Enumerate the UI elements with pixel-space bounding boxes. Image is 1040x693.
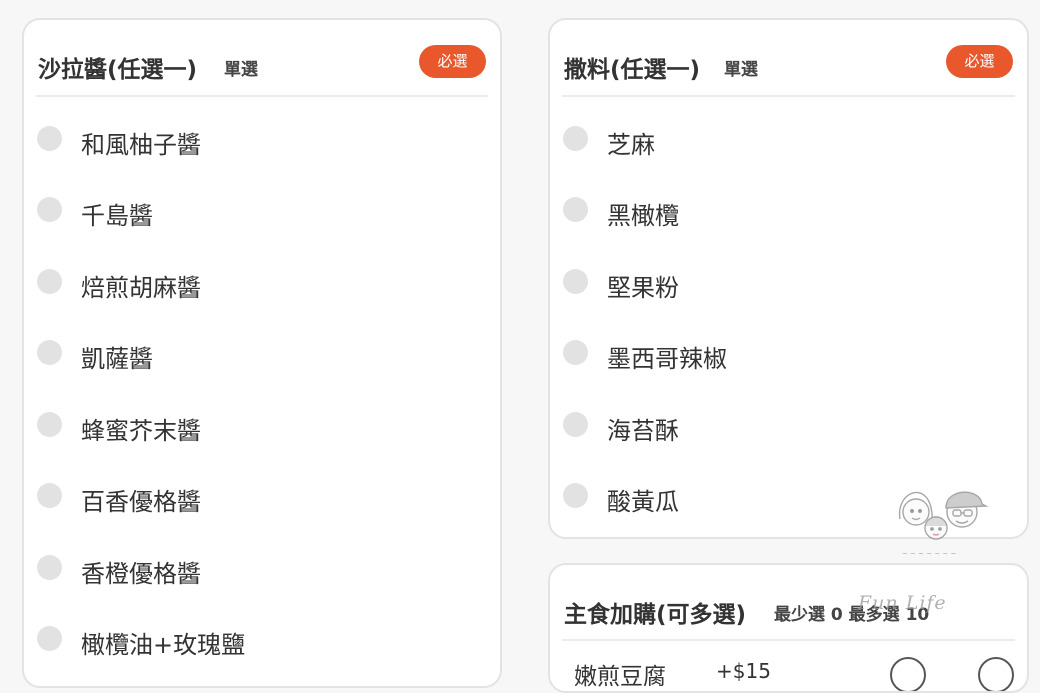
sauce-option[interactable]: 蜂蜜芥末醬: [36, 400, 488, 450]
topping-option[interactable]: 芝麻: [562, 114, 1015, 164]
decrement-button[interactable]: [890, 657, 926, 691]
addon-group-header: 主食加購(可多選) 最少選 0 最多選 10: [562, 565, 1015, 641]
radio-button[interactable]: [37, 483, 62, 508]
topping-option-label: 黑橄欖: [607, 202, 679, 230]
radio-button[interactable]: [563, 340, 588, 365]
radio-button[interactable]: [563, 483, 588, 508]
required-badge: 必選: [419, 45, 486, 78]
topping-option-label: 墨西哥辣椒: [607, 345, 727, 373]
sauce-option-group: 沙拉醬(任選一) 單選 必選 和風柚子醬 千島醬 焙煎胡麻醬 凱薩醬 蜂蜜芥末醬…: [22, 18, 502, 688]
sauce-option[interactable]: 和風柚子醬: [36, 114, 488, 164]
radio-button[interactable]: [37, 626, 62, 651]
topping-option-label: 酸黃瓜: [607, 488, 679, 516]
sauce-option-label: 橄欖油+玫瑰鹽: [81, 631, 246, 659]
increment-button[interactable]: [978, 657, 1014, 691]
topping-option-group: 撒料(任選一) 單選 必選 芝麻 黑橄欖 堅果粉 墨西哥辣椒 海苔酥 酸黃瓜: [548, 18, 1029, 539]
radio-button[interactable]: [563, 197, 588, 222]
topping-option[interactable]: 酸黃瓜: [562, 471, 1015, 521]
topping-option-label: 芝麻: [607, 131, 655, 159]
sauce-option-label: 香橙優格醬: [81, 560, 201, 588]
radio-button[interactable]: [563, 412, 588, 437]
radio-button[interactable]: [37, 269, 62, 294]
sauce-option[interactable]: 焙煎胡麻醬: [36, 257, 488, 307]
sauce-group-header: 沙拉醬(任選一) 單選 必選: [36, 20, 488, 97]
addon-group-title: 主食加購(可多選): [564, 602, 747, 628]
sauce-option-label: 凱薩醬: [81, 345, 153, 373]
addon-item-name: 嫩煎豆腐: [574, 664, 666, 690]
sauce-option-label: 百香優格醬: [81, 488, 201, 516]
sauce-option-label: 和風柚子醬: [81, 131, 201, 159]
topping-group-header: 撒料(任選一) 單選 必選: [562, 20, 1015, 97]
sauce-option-label: 焙煎胡麻醬: [81, 274, 201, 302]
topping-option-label: 堅果粉: [607, 274, 679, 302]
sauce-group-selection-type: 單選: [224, 60, 258, 80]
addon-item-row: 嫩煎豆腐 +$15: [562, 645, 1015, 691]
addon-option-group: 主食加購(可多選) 最少選 0 最多選 10 嫩煎豆腐 +$15: [548, 563, 1029, 693]
sauce-option[interactable]: 百香優格醬: [36, 471, 488, 521]
sauce-option-label: 蜂蜜芥末醬: [81, 417, 201, 445]
sauce-option[interactable]: 千島醬: [36, 185, 488, 235]
topping-group-selection-type: 單選: [724, 60, 758, 80]
topping-option[interactable]: 黑橄欖: [562, 185, 1015, 235]
radio-button[interactable]: [37, 340, 62, 365]
topping-option-label: 海苔酥: [607, 417, 679, 445]
sauce-option-label: 千島醬: [81, 202, 153, 230]
radio-button[interactable]: [563, 126, 588, 151]
topping-option[interactable]: 堅果粉: [562, 257, 1015, 307]
svg-text:~ ~ ~ ~ ~ ~ ~: ~ ~ ~ ~ ~ ~ ~: [902, 550, 957, 558]
addon-group-selection-limit: 最少選 0 最多選 10: [774, 605, 930, 625]
topping-group-title: 撒料(任選一): [564, 57, 701, 83]
topping-option[interactable]: 墨西哥辣椒: [562, 328, 1015, 378]
radio-button[interactable]: [563, 269, 588, 294]
addon-item-price: +$15: [716, 659, 771, 683]
sauce-group-title: 沙拉醬(任選一): [38, 57, 198, 83]
sauce-option[interactable]: 橄欖油+玫瑰鹽: [36, 614, 488, 664]
required-badge: 必選: [946, 45, 1013, 78]
radio-button[interactable]: [37, 126, 62, 151]
radio-button[interactable]: [37, 197, 62, 222]
sauce-option[interactable]: 香橙優格醬: [36, 543, 488, 593]
sauce-option[interactable]: 凱薩醬: [36, 328, 488, 378]
radio-button[interactable]: [37, 555, 62, 580]
radio-button[interactable]: [37, 412, 62, 437]
topping-option[interactable]: 海苔酥: [562, 400, 1015, 450]
